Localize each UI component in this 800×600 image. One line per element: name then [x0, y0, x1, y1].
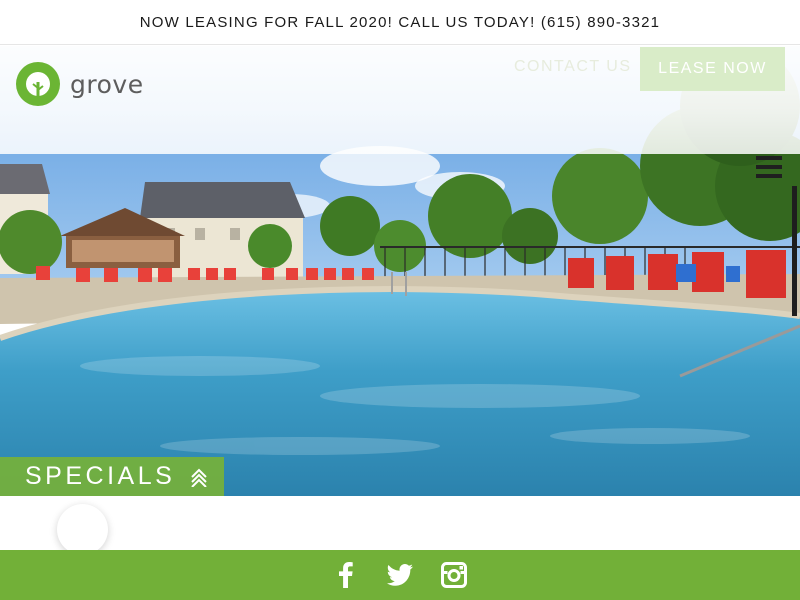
hamburger-menu-icon[interactable] — [756, 156, 782, 178]
announcement-bar: NOW LEASING FOR FALL 2020! CALL US TODAY… — [0, 0, 800, 45]
menu-bar — [756, 174, 782, 178]
social-footer — [0, 550, 800, 600]
instagram-icon[interactable] — [441, 562, 467, 588]
lease-now-button[interactable]: LEASE NOW — [640, 47, 785, 91]
grove-logo[interactable]: grove — [14, 60, 144, 108]
facebook-icon[interactable] — [333, 562, 359, 588]
specials-label: SPECIALS — [25, 462, 176, 490]
menu-bar — [756, 156, 782, 160]
announcement-call-link[interactable]: NOW LEASING FOR FALL 2020! CALL US TODAY… — [140, 14, 660, 31]
double-chevron-up-icon — [191, 468, 207, 487]
twitter-icon[interactable] — [387, 562, 413, 588]
hero-banner: grove CONTACT US LEASE NOW SPECIALS — [0, 46, 800, 496]
specials-tab[interactable]: SPECIALS — [0, 457, 224, 496]
chat-bubble-icon[interactable] — [57, 504, 108, 555]
tree-leaf-icon — [16, 62, 60, 106]
contact-us-link[interactable]: CONTACT US — [514, 58, 632, 76]
logo-text: grove — [70, 69, 144, 99]
menu-bar — [756, 165, 782, 169]
